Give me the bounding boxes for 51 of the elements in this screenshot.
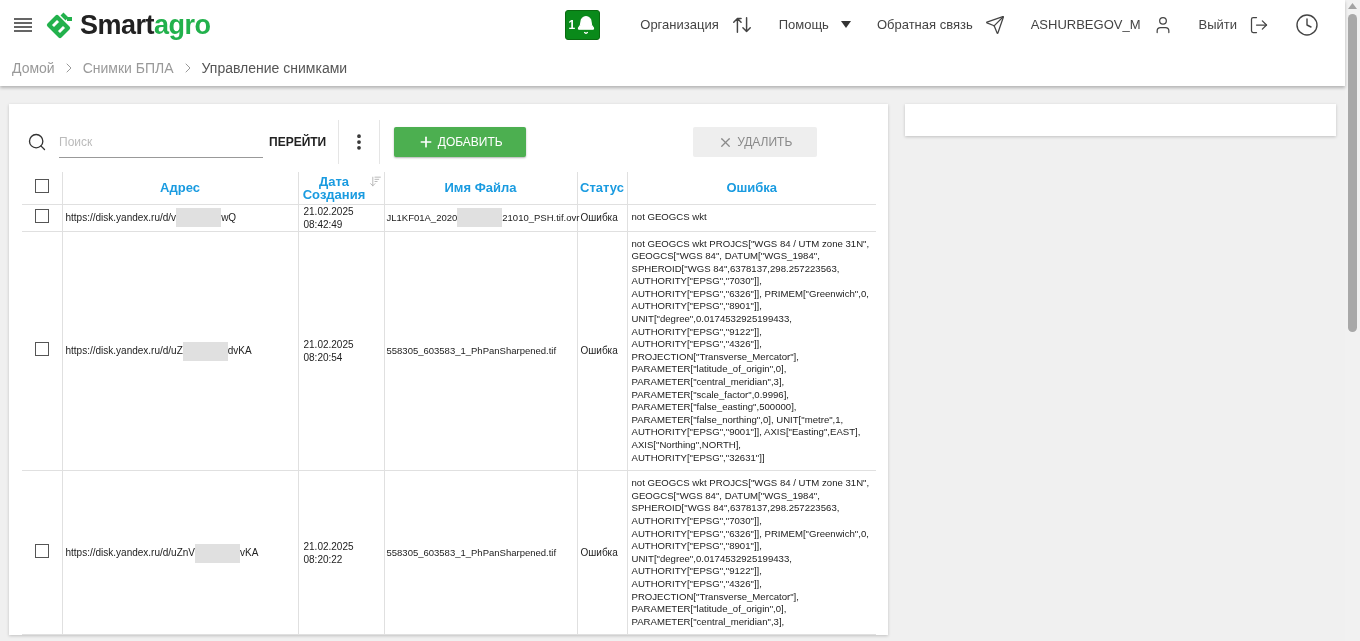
- status-text: Ошибка: [580, 547, 618, 559]
- table-cell-text: 558305_603583_1_PhPanSharpened.tif: [386, 546, 557, 561]
- add-button[interactable]: ДОБАВИТЬ: [394, 127, 527, 157]
- nav-link[interactable]: Выйти: [1198, 15, 1237, 35]
- breadcrumb-item: Управление снимками: [201, 58, 348, 78]
- table-cell-text: https://disk.yandex.ru/d/v wQ: [65, 207, 237, 228]
- clock-icon[interactable]: [1295, 13, 1319, 37]
- caret-down-icon: [840, 21, 851, 29]
- notifications-button[interactable]: 1: [564, 10, 601, 40]
- status-text: Ошибка: [580, 212, 618, 223]
- go-button[interactable]: ПЕРЕЙТИ: [269, 133, 327, 151]
- breadcrumb-item[interactable]: Домой: [12, 57, 55, 79]
- time-text: 08:20:22: [303, 552, 344, 566]
- breadcrumb-item[interactable]: Снимки БПЛА: [82, 57, 174, 79]
- error-text: not GEOGCS wkt: [631, 211, 708, 224]
- logo[interactable]: Smartagro: [46, 10, 211, 40]
- nav-link[interactable]: Обратная связь: [876, 15, 973, 35]
- paper-plane-icon: [984, 15, 1005, 35]
- error-text: not GEOGCS wkt PROJCS["WGS 84 / UTM zone 31N", GEOGCS["WGS 84", DATUM["WGS_1984", SPHEROID["WGS 84",6378137,298.257223563, AUTHORITY["EPSG","7030"]], AUTHORITY["EPSG","6326"]], PRIMEM["Greenwich",0, AUTHORITY["EPSG","8901"]], UNIT["degree",0.0174532925199433, AUTHORITY["EPSG","9122"]], AUTHORITY["EPSG","4326"]], PROJECTION["Transverse_Mercator"], PARAMETER["latitude_of_origin",0], PARAMETER["central_meridian",3],: [631, 477, 871, 629]
- swap-arrows-icon: [730, 14, 753, 36]
- nav-link[interactable]: ASHURBEGOV_M: [1030, 15, 1141, 35]
- search-field[interactable]: Поиск: [59, 126, 263, 158]
- date-text: 21.02.2025: [303, 337, 355, 351]
- checkbox[interactable]: [34, 543, 49, 558]
- column-header[interactable]: Статус: [580, 181, 624, 195]
- checkbox[interactable]: [34, 208, 49, 223]
- column-header[interactable]: Дата Создания: [300, 174, 382, 201]
- table-cell-text: 558305_603583_1_PhPanSharpened.tif: [386, 344, 557, 359]
- nav-link[interactable]: Организация: [640, 15, 719, 35]
- logo-text: Smartagro: [80, 11, 211, 39]
- column-header[interactable]: Ошибка: [726, 181, 778, 195]
- bell-icon: [576, 15, 597, 35]
- menu-icon[interactable]: [14, 18, 32, 32]
- column-header[interactable]: Имя Файла: [444, 181, 517, 195]
- error-text: not GEOGCS wkt PROJCS["WGS 84 / UTM zone 31N", GEOGCS["WGS 84", DATUM["WGS_1984", SPHEROID["WGS 84",6378137,298.257223563, AUTHORITY["EPSG","7030"]], AUTHORITY["EPSG","6326"]], PRIMEM["Greenwich",0, AUTHORITY["EPSG","8901"]], UNIT["degree",0.0174532925199433, AUTHORITY["EPSG","9122"]], AUTHORITY["EPSG","4326"]], PROJECTION["Transverse_Mercator"], PARAMETER["latitude_of_origin",0], PARAMETER["central_meridian",3], PARAMETER["scale_factor",0.9996], PARAMETER["false_easting",500000], PARAMETER["false_northing",0], UNIT["metre",1, AUTHORITY["EPSG","9001"]], AXIS["Easting",EAST], AXIS["Northing",NORTH], AUTHORITY["EPSG","32631"]]: [631, 237, 871, 465]
- notification-count: 1: [568, 17, 576, 34]
- sort-icon: [368, 174, 382, 188]
- search-icon[interactable]: [27, 132, 47, 152]
- table-cell-text: JL1KF01A_2020 21010_PSH.tif.ovr: [386, 207, 580, 228]
- column-header[interactable]: Адрес: [160, 181, 200, 195]
- table-cell-text: https://disk.yandex.ru/d/uZ dvKA: [65, 340, 252, 361]
- table-cell-text: https://disk.yandex.ru/d/uZnV vKA: [65, 542, 259, 563]
- checkbox[interactable]: [34, 341, 49, 356]
- status-text: Ошибка: [580, 345, 618, 357]
- nav-link[interactable]: Помощь: [778, 15, 829, 35]
- logout-icon: [1249, 15, 1269, 35]
- checkbox[interactable]: [34, 178, 49, 193]
- time-text: 08:20:54: [303, 350, 344, 364]
- time-text: 08:42:49: [303, 217, 344, 231]
- date-text: 21.02.2025: [303, 539, 355, 553]
- date-text: 21.02.2025: [303, 204, 355, 218]
